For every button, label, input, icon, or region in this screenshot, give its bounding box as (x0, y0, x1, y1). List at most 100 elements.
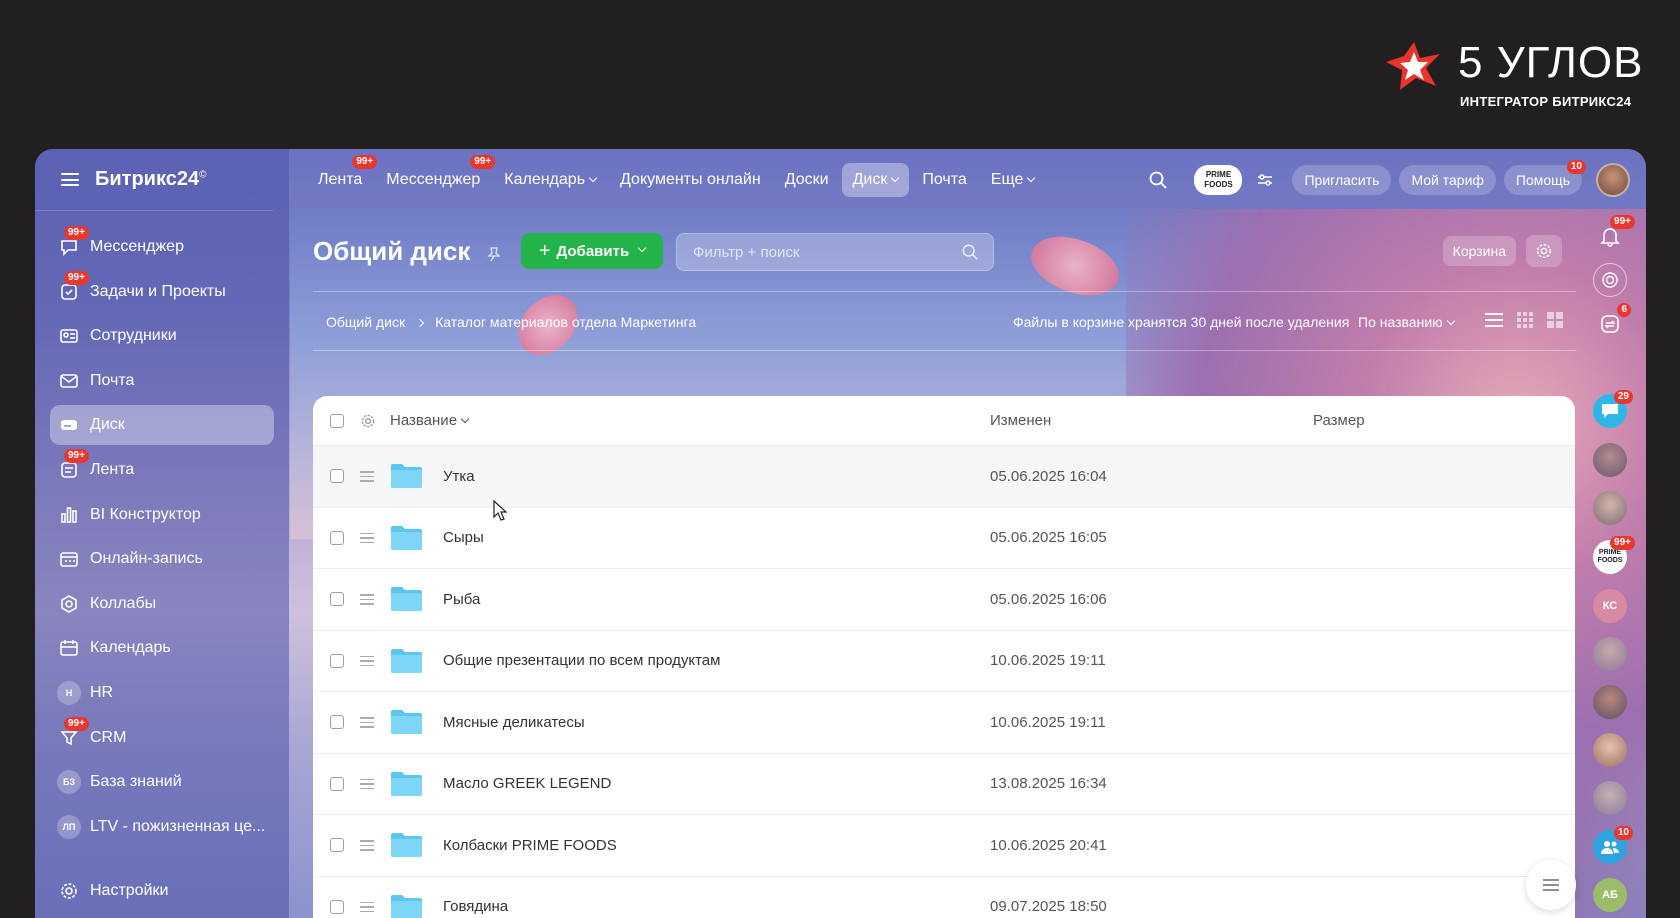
switch-settings-icon[interactable] (1256, 173, 1274, 187)
file-name[interactable]: Утка (443, 468, 475, 485)
drag-handle-icon[interactable] (360, 655, 390, 666)
contact-avatar[interactable] (1593, 637, 1627, 671)
row-checkbox[interactable] (330, 592, 344, 607)
contact-avatar[interactable] (1593, 685, 1627, 719)
contact-initials-avatar[interactable]: АБ (1593, 878, 1627, 912)
table-row[interactable]: Говядина 09.07.2025 18:50 (313, 877, 1575, 918)
search-icon[interactable] (961, 243, 979, 261)
contact-avatar[interactable] (1593, 733, 1627, 767)
search-icon[interactable] (1148, 170, 1168, 190)
select-all-checkbox[interactable] (330, 413, 344, 428)
invite-button[interactable]: Пригласить (1292, 165, 1392, 195)
sidebar-item-1[interactable]: Задачи и Проекты 99+ (50, 270, 274, 312)
file-name[interactable]: Рыба (443, 591, 480, 608)
table-row[interactable]: Масло GREEK LEGEND 13.08.2025 16:34 (313, 754, 1575, 815)
sidebar-item-7[interactable]: Онлайн-запись (50, 539, 274, 579)
drag-handle-icon[interactable] (360, 840, 390, 851)
file-name[interactable]: Общие презентации по всем продуктам (443, 652, 720, 669)
row-checkbox[interactable] (330, 530, 344, 545)
column-header-modified[interactable]: Изменен (990, 412, 1313, 429)
sidebar-item-6[interactable]: BI Конструктор (50, 495, 274, 535)
table-row[interactable]: Мясные деликатесы 10.06.2025 19:11 (313, 692, 1575, 754)
top-nav-item-3[interactable]: Документы онлайн (609, 163, 772, 197)
top-nav-item-6[interactable]: Почта (911, 163, 977, 197)
prime-foods-logo[interactable]: PRIME FOODS (1194, 165, 1243, 195)
sidebar-item-11[interactable]: CRM 99+ (50, 716, 274, 758)
list-view-icon[interactable] (1484, 311, 1504, 329)
small-grid-view-icon[interactable] (1516, 311, 1534, 329)
pin-icon[interactable] (486, 246, 502, 262)
drag-handle-icon[interactable] (360, 717, 390, 728)
sidebar-item-9[interactable]: Календарь (50, 628, 274, 668)
drag-handle-icon[interactable] (360, 532, 390, 543)
top-nav-item-5[interactable]: Диск (841, 163, 910, 197)
contact-avatar[interactable] (1593, 491, 1627, 525)
file-name-cell[interactable]: Утка (390, 463, 990, 489)
row-checkbox[interactable] (330, 469, 344, 484)
file-name-cell[interactable]: Рыба (390, 586, 990, 612)
row-checkbox[interactable] (330, 838, 344, 853)
top-nav-item-7[interactable]: Еще (980, 163, 1046, 197)
file-name[interactable]: Говядина (443, 898, 508, 915)
top-nav-item-2[interactable]: Календарь (493, 163, 607, 197)
file-name-cell[interactable]: Общие презентации по всем продуктам (390, 648, 990, 674)
column-settings-gear-icon[interactable] (360, 413, 390, 429)
sidebar-item-4[interactable]: Диск (50, 405, 274, 446)
contact-avatar[interactable] (1593, 443, 1627, 477)
row-checkbox[interactable] (330, 715, 344, 730)
my-tariff-button[interactable]: Мой тариф (1399, 165, 1496, 195)
sidebar-item-3[interactable]: Почта (50, 361, 274, 401)
menu-burger-icon[interactable] (61, 173, 79, 186)
file-name[interactable]: Масло GREEK LEGEND (443, 775, 611, 792)
file-name[interactable]: Колбаски PRIME FOODS (443, 837, 617, 854)
drag-handle-icon[interactable] (360, 471, 390, 482)
column-header-name[interactable]: Название (390, 412, 990, 429)
sync-icon[interactable]: 6 (1593, 303, 1631, 341)
group-chat-icon[interactable]: 10 (1593, 826, 1633, 864)
top-nav-item-0[interactable]: Лента 99+ (307, 155, 378, 197)
disk-settings-button[interactable] (1526, 235, 1562, 267)
notifications-bell-icon[interactable]: 99+ (1593, 215, 1635, 253)
file-name-cell[interactable]: Сыры (390, 525, 990, 551)
sidebar-item-13[interactable]: ЛП LTV - пожизненная це... (50, 807, 274, 847)
sidebar-item-5[interactable]: Лента 99+ (50, 448, 274, 490)
file-name-cell[interactable]: Масло GREEK LEGEND (390, 771, 990, 797)
row-checkbox[interactable] (330, 899, 344, 914)
chat-icon[interactable]: 29 (1593, 390, 1633, 428)
table-row[interactable]: Утка 05.06.2025 16:04 (313, 446, 1575, 508)
row-checkbox[interactable] (330, 776, 344, 791)
file-name-cell[interactable]: Колбаски PRIME FOODS (390, 832, 990, 858)
file-name[interactable]: Мясные деликатесы (443, 714, 585, 731)
pulse-icon[interactable] (1593, 263, 1627, 297)
add-button[interactable]: + Добавить (521, 233, 663, 269)
bottom-menu-button[interactable] (1526, 860, 1576, 910)
column-header-size[interactable]: Размер (1313, 412, 1365, 429)
sidebar-item-10[interactable]: H HR (50, 673, 274, 713)
sidebar-item-8[interactable]: Коллабы (50, 584, 274, 624)
table-row[interactable]: Рыба 05.06.2025 16:06 (313, 569, 1575, 631)
sidebar-item-12[interactable]: БЗ База знаний (50, 762, 274, 802)
drag-handle-icon[interactable] (360, 778, 390, 789)
bitrix-logo[interactable]: Битрикс24© (95, 168, 206, 191)
file-name[interactable]: Сыры (443, 529, 484, 546)
table-row[interactable]: Общие презентации по всем продуктам 10.0… (313, 631, 1575, 692)
breadcrumb-item[interactable]: Каталог материалов отдела Маркетинга (435, 314, 696, 330)
breadcrumb-item[interactable]: Общий диск (326, 314, 405, 330)
file-name-cell[interactable]: Мясные деликатесы (390, 709, 990, 735)
top-nav-item-1[interactable]: Мессенджер 99+ (375, 155, 496, 197)
sidebar-item-0[interactable]: Мессенджер 99+ (50, 226, 274, 267)
trash-button[interactable]: Корзина (1442, 236, 1516, 266)
prime-foods-chat-avatar[interactable]: PRIME FOODS 99+ (1593, 536, 1635, 574)
search-input[interactable]: Фильтр + поиск (676, 233, 994, 271)
sort-dropdown[interactable]: По названию (1358, 314, 1455, 330)
drag-handle-icon[interactable] (360, 901, 390, 912)
row-checkbox[interactable] (330, 653, 344, 668)
large-grid-view-icon[interactable] (1546, 311, 1564, 329)
user-avatar[interactable] (1596, 163, 1630, 197)
top-nav-item-4[interactable]: Доски (774, 163, 840, 197)
sidebar-item-settings[interactable]: Настройки (50, 875, 168, 907)
sidebar-item-2[interactable]: Сотрудники (50, 316, 274, 356)
contact-initials-avatar[interactable]: КС (1593, 589, 1627, 623)
file-name-cell[interactable]: Говядина (390, 894, 990, 918)
drag-handle-icon[interactable] (360, 594, 390, 605)
